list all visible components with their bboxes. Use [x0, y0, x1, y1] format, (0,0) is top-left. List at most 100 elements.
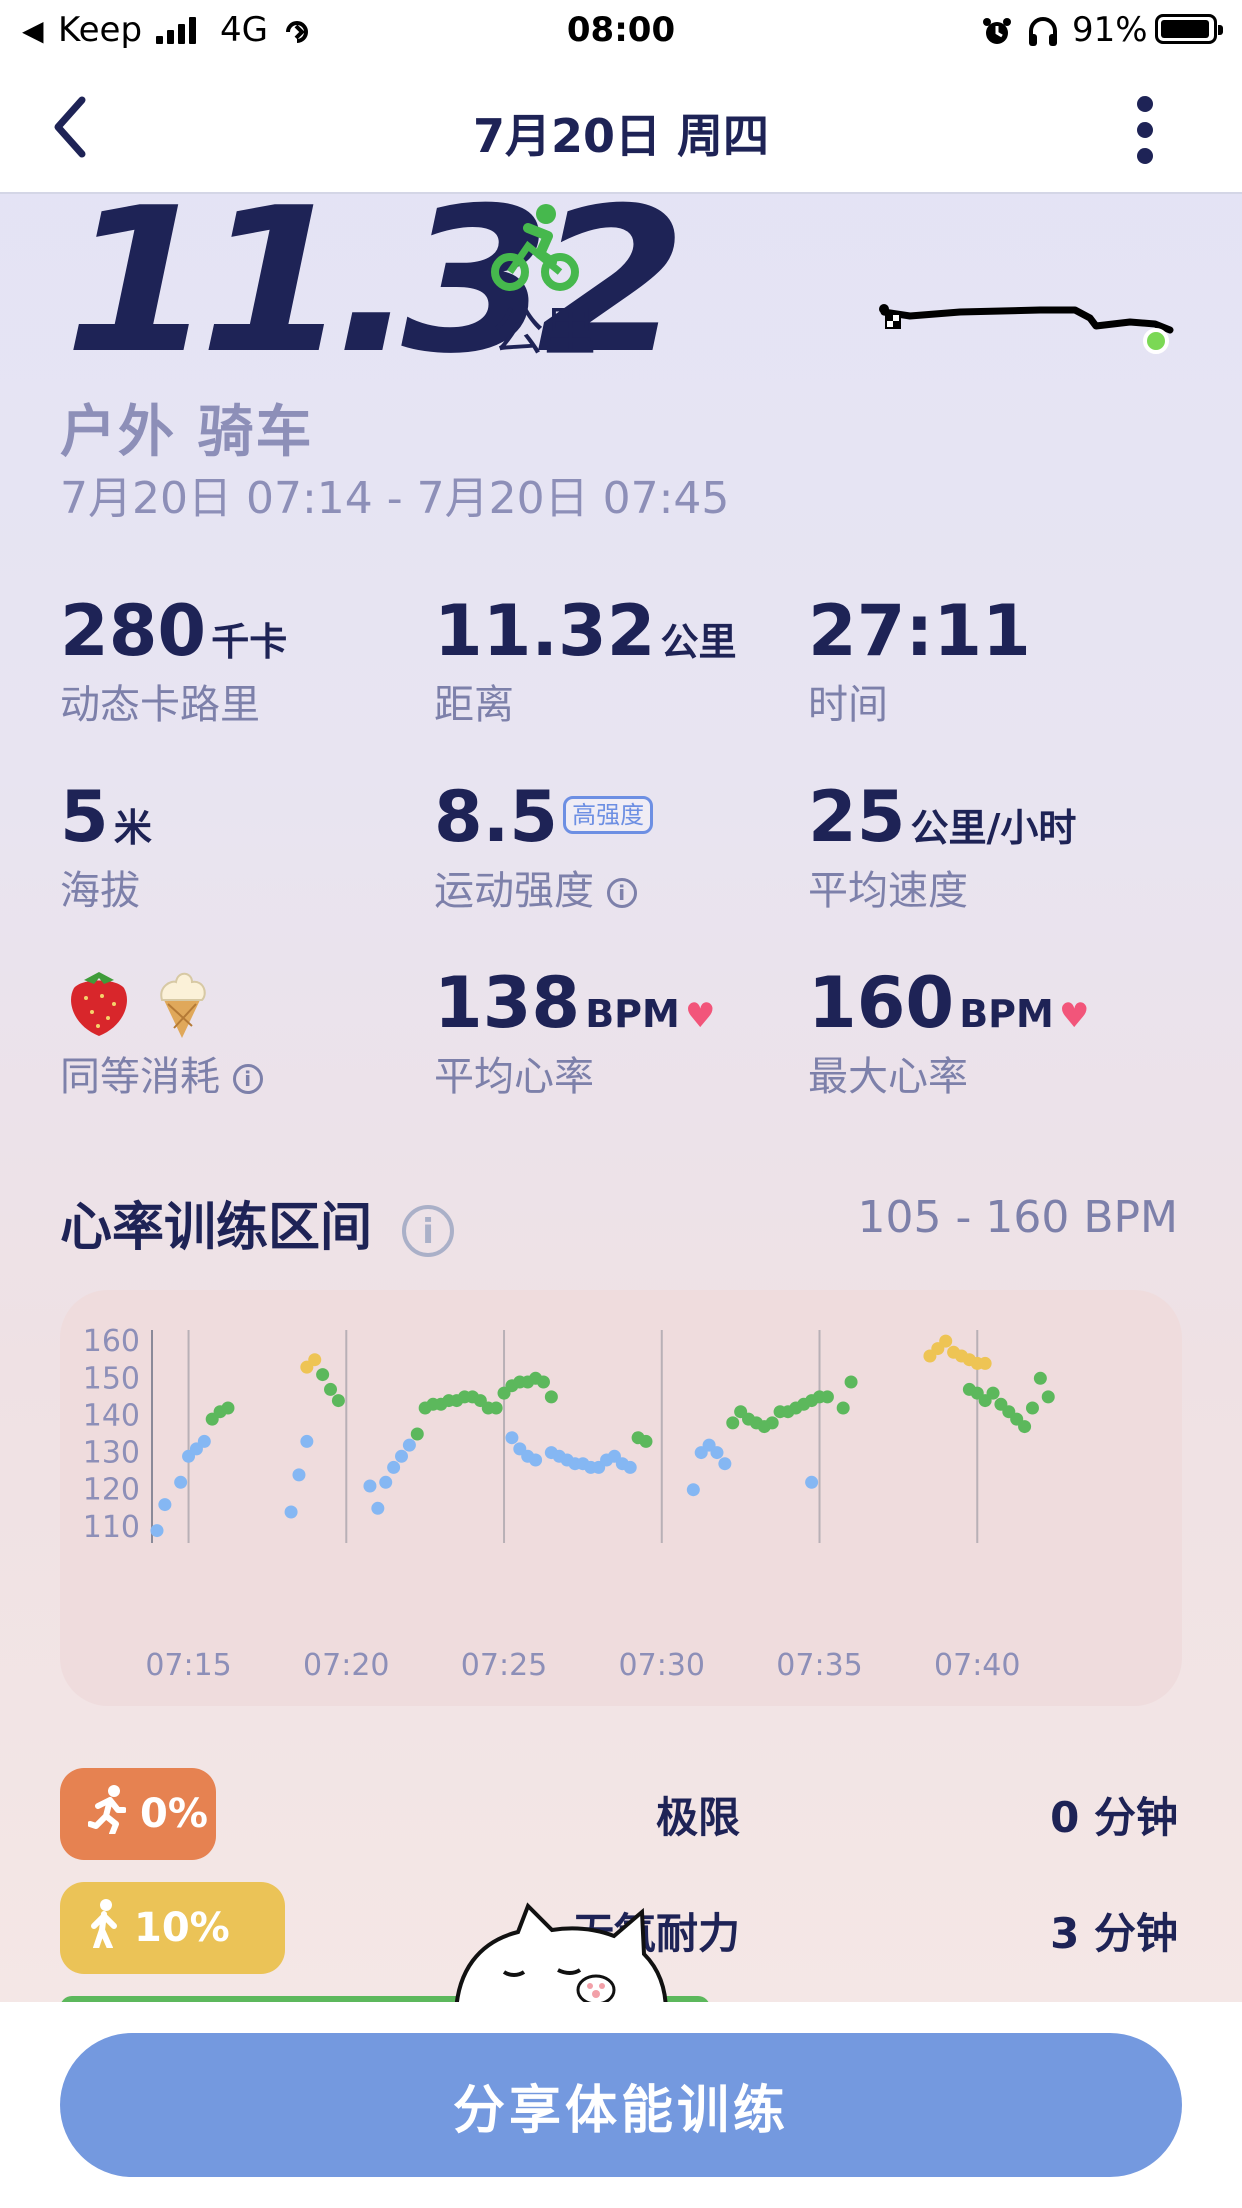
stat-distance: 11.32 公里 — [434, 596, 737, 666]
stat-duration: 27:11 — [808, 596, 1031, 666]
stat-label: 时间 — [808, 682, 888, 728]
distance-unit: 公里 — [492, 303, 597, 363]
hr-point-green — [726, 1416, 740, 1430]
y-tick-label: 130 — [83, 1436, 140, 1471]
y-tick-label: 120 — [83, 1473, 140, 1508]
hr-point-green — [489, 1401, 503, 1415]
walking-icon — [88, 1898, 120, 1958]
stat-avg-heart-rate: 138 BPM ♥ — [434, 968, 715, 1038]
hr-point-green — [1033, 1371, 1047, 1385]
hr-point-green — [221, 1401, 235, 1415]
hr-point-blue — [710, 1446, 724, 1460]
zone-pill-extreme[interactable]: 0% — [60, 1768, 216, 1860]
stat-intensity: 8.5 高强度 — [434, 782, 654, 852]
hr-point-green — [536, 1375, 550, 1389]
stat-value: 8.5 — [434, 776, 559, 858]
x-tick-label: 07:40 — [934, 1648, 1020, 1683]
page-title: 7月20日 周四 — [472, 109, 770, 163]
info-icon[interactable]: i — [402, 1205, 455, 1257]
hr-point-green — [1025, 1401, 1039, 1415]
intensity-badge: 高强度 — [563, 796, 654, 834]
hr-point-green — [986, 1386, 1000, 1400]
hr-point-blue — [623, 1460, 637, 1474]
hr-point-green — [324, 1382, 338, 1396]
hr-point-blue — [363, 1479, 377, 1493]
status-bar: ◀ Keep 4G 08:00 91% — [0, 0, 1242, 62]
stat-equivalent-label[interactable]: 同等消耗 i — [60, 1044, 263, 1102]
stat-label: 平均速度 — [808, 868, 968, 914]
hr-point-blue — [379, 1475, 393, 1489]
hr-point-green — [331, 1394, 345, 1408]
hr-point-blue — [395, 1449, 408, 1463]
stat-value: 27:11 — [808, 590, 1031, 672]
zone-minutes: 3 分钟 — [1050, 1909, 1178, 1958]
y-tick-label: 110 — [83, 1510, 140, 1545]
stat-value: 11.32 — [434, 590, 656, 672]
hr-point-green — [544, 1390, 558, 1404]
stat-label: 同等消耗 — [60, 1054, 220, 1100]
heart-rate-range: 105 - 160 BPM — [857, 1192, 1178, 1243]
section-title-text: 心率训练区间 — [60, 1198, 373, 1258]
route-map-thumbnail[interactable] — [870, 290, 1180, 360]
cycling-icon — [491, 204, 579, 291]
hr-point-yellow — [308, 1353, 322, 1367]
zone-percent: 10% — [134, 1905, 230, 1951]
hr-point-blue — [371, 1501, 385, 1515]
stat-value: 5 — [60, 776, 109, 858]
zone-percent: 0% — [140, 1791, 208, 1837]
battery-percent: 91% — [1072, 10, 1148, 50]
hr-point-green — [836, 1401, 850, 1415]
x-tick-label: 07:35 — [776, 1648, 862, 1683]
hr-point-green — [410, 1427, 424, 1441]
hr-point-blue — [300, 1434, 314, 1448]
stat-value: 160 — [808, 962, 955, 1044]
stat-intensity-label[interactable]: 运动强度 i — [434, 858, 637, 916]
more-menu-icon[interactable] — [1130, 92, 1160, 172]
hr-point-blue — [805, 1475, 819, 1489]
x-tick-label: 07:20 — [303, 1648, 389, 1683]
stat-unit: 公里/小时 — [910, 806, 1077, 850]
stat-label: 动态卡路里 — [60, 682, 260, 728]
y-tick-label: 150 — [83, 1361, 140, 1396]
hr-point-green — [316, 1368, 330, 1382]
hr-point-blue — [284, 1505, 298, 1519]
stat-unit: 米 — [113, 806, 152, 850]
stat-calories: 280 千卡 — [60, 596, 287, 666]
stat-label: 平均心率 — [434, 1054, 594, 1100]
hr-point-green — [1041, 1390, 1055, 1404]
activity-type: 户外 骑车 — [60, 400, 314, 465]
stat-unit: 公里 — [660, 620, 737, 664]
heart-rate-chart: 160150140130120110 07:15 07:20 07:25 07:30 07… — [83, 1324, 1055, 1683]
heart-icon: ♥ — [684, 996, 716, 1036]
stat-value: 138 — [434, 962, 581, 1044]
ice-cream-icon — [152, 966, 212, 1040]
info-icon[interactable]: i — [232, 1064, 263, 1094]
share-workout-button[interactable]: 分享体能训练 — [60, 2033, 1182, 2177]
stat-unit: BPM — [585, 992, 680, 1036]
stat-value: 25 — [808, 776, 906, 858]
hr-point-blue — [292, 1468, 306, 1482]
x-tick-label: 07:15 — [145, 1648, 231, 1683]
hr-point-blue — [387, 1460, 401, 1474]
stat-label: 最大心率 — [808, 1054, 968, 1100]
y-tick-label: 160 — [83, 1324, 140, 1359]
x-tick-label: 07:25 — [461, 1648, 547, 1683]
battery-icon — [1155, 14, 1223, 44]
zone-name: 极限 — [655, 1793, 740, 1842]
hr-point-yellow — [939, 1334, 953, 1348]
hr-point-blue — [505, 1431, 519, 1445]
hr-point-blue — [158, 1498, 172, 1512]
zone-minutes: 0 分钟 — [1050, 1793, 1178, 1842]
stat-unit: BPM — [959, 992, 1054, 1036]
hr-point-green — [765, 1416, 779, 1430]
stat-avg-speed: 25 公里/小时 — [808, 782, 1076, 852]
x-tick-label: 07:30 — [619, 1648, 705, 1683]
zone-pill-anaerobic[interactable]: 10% — [60, 1882, 285, 1974]
hr-point-blue — [174, 1475, 188, 1489]
heart-rate-chart-card: 160 150 140 130 120 110 07:15 07:20 07:25 07:30 07… — [60, 1290, 1182, 1706]
stat-value: 280 — [60, 590, 207, 672]
hr-point-blue — [529, 1453, 543, 1467]
hr-point-yellow — [978, 1356, 992, 1370]
hr-point-green — [820, 1390, 834, 1404]
info-icon[interactable]: i — [606, 878, 637, 908]
